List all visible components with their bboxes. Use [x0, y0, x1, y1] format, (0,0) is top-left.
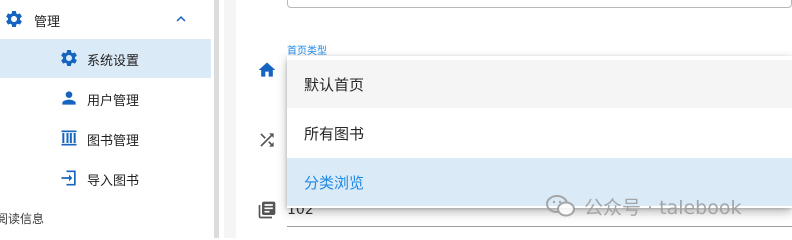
gear-icon	[3, 8, 25, 30]
sidebar-group-admin[interactable]: 管理	[0, 2, 211, 36]
app-root: 管理 系统设置 用户管理 图书管理 导入图书 阅读信息 首页类型 102 默认首…	[0, 0, 792, 238]
library-field-underline	[287, 226, 792, 227]
dropdown-option-default-home[interactable]: 默认首页	[287, 60, 792, 108]
dropdown-option-all-books[interactable]: 所有图书	[287, 109, 792, 157]
wechat-logo-icon	[546, 195, 575, 217]
sidebar: 管理 系统设置 用户管理 图书管理 导入图书 阅读信息	[0, 0, 211, 238]
sidebar-divider[interactable]	[214, 0, 219, 238]
watermark-text: 公众号 · talebook	[584, 196, 742, 219]
sidebar-item-user-management[interactable]: 用户管理	[0, 79, 211, 118]
content-gutter	[224, 0, 236, 238]
library-icon	[256, 199, 278, 221]
home-type-dropdown-menu: 默认首页 所有图书 分类浏览	[287, 56, 792, 208]
sidebar-item-import-books[interactable]: 导入图书	[0, 159, 211, 198]
sidebar-item-label: 导入图书	[87, 174, 140, 189]
home-type-label: 首页类型	[287, 46, 327, 57]
sidebar-group-label: 管理	[34, 15, 61, 30]
watermark: 公众号 · talebook	[546, 190, 742, 222]
home-icon	[256, 59, 278, 81]
gear-icon	[58, 47, 80, 69]
columns-icon	[58, 127, 80, 149]
sidebar-item-label: 阅读信息	[0, 212, 45, 226]
sidebar-item-system-settings[interactable]: 系统设置	[0, 39, 211, 78]
previous-field[interactable]	[287, 0, 792, 8]
person-icon	[58, 87, 80, 109]
sidebar-item-label: 用户管理	[87, 94, 140, 109]
import-icon	[58, 167, 80, 189]
sidebar-item-label: 图书管理	[87, 134, 140, 149]
sidebar-item-label: 系统设置	[87, 54, 140, 69]
sidebar-item-book-management[interactable]: 图书管理	[0, 119, 211, 158]
shuffle-icon	[256, 129, 278, 151]
sidebar-item-reading-info[interactable]: 阅读信息	[0, 205, 211, 229]
chevron-up-icon[interactable]	[172, 10, 190, 28]
